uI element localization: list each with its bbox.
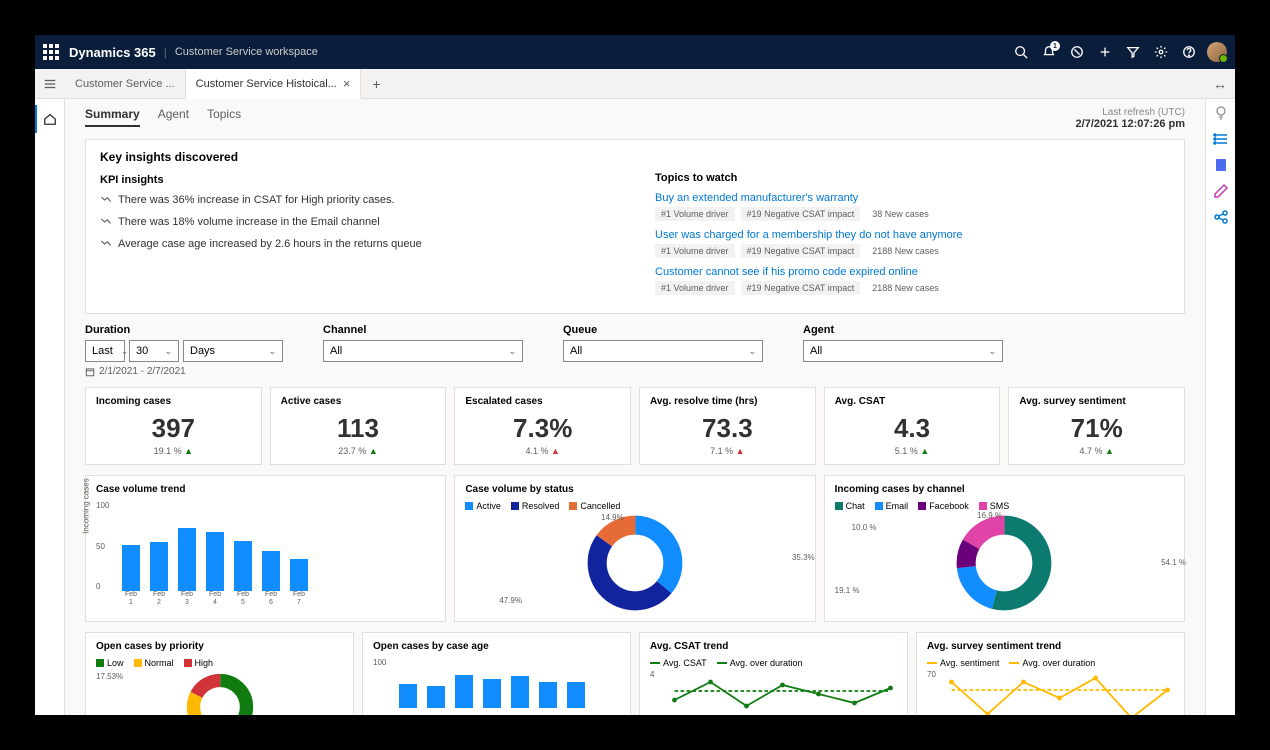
collapse-pane-icon[interactable]: ↔ <box>1205 69 1235 98</box>
right-rail <box>1205 99 1235 715</box>
edit-icon[interactable] <box>1213 183 1229 199</box>
kpi-card: Escalated cases7.3%4.1 % ▲ <box>454 387 631 465</box>
brand: Dynamics 365 <box>69 45 156 60</box>
kpi-card: Incoming cases39719.1 % ▲ <box>85 387 262 465</box>
new-tab-button[interactable]: + <box>361 69 391 98</box>
kpi-insight-line: Average case age increased by 2.6 hours … <box>100 238 615 250</box>
chart-volume-status: Case volume by status ActiveResolvedCanc… <box>454 475 815 622</box>
queue-select[interactable]: All⌄ <box>563 340 763 362</box>
kpi-cards-row: Incoming cases39719.1 % ▲Active cases113… <box>85 387 1185 465</box>
add-icon[interactable] <box>1091 38 1119 66</box>
share-icon[interactable] <box>1213 209 1229 225</box>
duration-number-select[interactable]: 30⌄ <box>129 340 179 362</box>
chart-by-age: Open cases by case age 100 <box>362 632 631 715</box>
kpi-card: Avg. resolve time (hrs)73.37.1 % ▲ <box>639 387 816 465</box>
kpi-card: Active cases11323.7 % ▲ <box>270 387 447 465</box>
home-icon[interactable] <box>35 105 63 133</box>
insights-card: Key insights discovered KPI insights The… <box>85 139 1185 314</box>
list-icon[interactable] <box>1213 131 1229 147</box>
chart-by-channel: Incoming cases by channel ChatEmailFaceb… <box>824 475 1185 622</box>
last-refresh: Last refresh (UTC) 2/7/2021 12:07:26 pm <box>1076 107 1185 130</box>
close-icon[interactable]: × <box>343 76 351 91</box>
assistant-icon[interactable] <box>1063 38 1091 66</box>
tab-customer-service[interactable]: Customer Service ... <box>65 69 186 98</box>
session-tabstrip: Customer Service ... Customer Service Hi… <box>35 69 1235 99</box>
workspace-name: Customer Service workspace <box>175 46 318 58</box>
duration-label: Duration <box>85 324 283 336</box>
tab-topics[interactable]: Topics <box>207 107 241 127</box>
topic-link[interactable]: Customer cannot see if his promo code ex… <box>655 266 1170 278</box>
agent-label: Agent <box>803 324 1003 336</box>
kpi-card: Avg. survey sentiment71%4.7 % ▲ <box>1008 387 1185 465</box>
chart-sentiment-trend: Avg. survey sentiment trend Avg. sentime… <box>916 632 1185 715</box>
left-rail <box>35 99 65 715</box>
chart-by-priority: Open cases by priority LowNormalHigh 17.… <box>85 632 354 715</box>
top-nav: Dynamics 365 | Customer Service workspac… <box>35 35 1235 69</box>
kpi-insight-line: There was 36% increase in CSAT for High … <box>100 194 615 206</box>
filter-icon[interactable] <box>1119 38 1147 66</box>
app-launcher-icon[interactable] <box>43 44 59 60</box>
filters-row: Duration Last⌄ 30⌄ Days⌄ Channel All⌄ Qu… <box>85 324 1185 362</box>
topic-link[interactable]: Buy an extended manufacturer's warranty <box>655 192 1170 204</box>
channel-select[interactable]: All⌄ <box>323 340 523 362</box>
menu-icon[interactable] <box>35 69 65 98</box>
chart-csat-trend: Avg. CSAT trend Avg. CSATAvg. over durat… <box>639 632 908 715</box>
report-content: Summary Agent Topics Last refresh (UTC) … <box>65 99 1205 715</box>
tab-historical-analytics[interactable]: Customer Service Histoical...× <box>186 69 362 99</box>
tab-agent[interactable]: Agent <box>158 107 189 127</box>
insights-title: Key insights discovered <box>100 150 615 164</box>
topics-watch-title: Topics to watch <box>655 172 1170 184</box>
duration-last-select[interactable]: Last⌄ <box>85 340 125 362</box>
settings-icon[interactable] <box>1147 38 1175 66</box>
topic-link[interactable]: User was charged for a membership they d… <box>655 229 1170 241</box>
user-avatar[interactable] <box>1207 42 1227 62</box>
lightbulb-icon[interactable] <box>1213 105 1229 121</box>
kpi-card: Avg. CSAT4.35.1 % ▲ <box>824 387 1001 465</box>
kpi-insights-title: KPI insights <box>100 174 615 186</box>
report-page-tabs: Summary Agent Topics <box>85 107 1185 127</box>
channel-label: Channel <box>323 324 523 336</box>
kpi-insight-line: There was 18% volume increase in the Ema… <box>100 216 615 228</box>
search-icon[interactable] <box>1007 38 1035 66</box>
duration-unit-select[interactable]: Days⌄ <box>183 340 283 362</box>
help-icon[interactable] <box>1175 38 1203 66</box>
book-icon[interactable] <box>1213 157 1229 173</box>
date-range: 2/1/2021 - 2/7/2021 <box>85 366 1185 377</box>
tab-summary[interactable]: Summary <box>85 107 140 127</box>
notifications-icon[interactable]: 1 <box>1035 38 1063 66</box>
chart-volume-trend: Case volume trend Incoming cases 100500 … <box>85 475 446 622</box>
agent-select[interactable]: All⌄ <box>803 340 1003 362</box>
queue-label: Queue <box>563 324 763 336</box>
